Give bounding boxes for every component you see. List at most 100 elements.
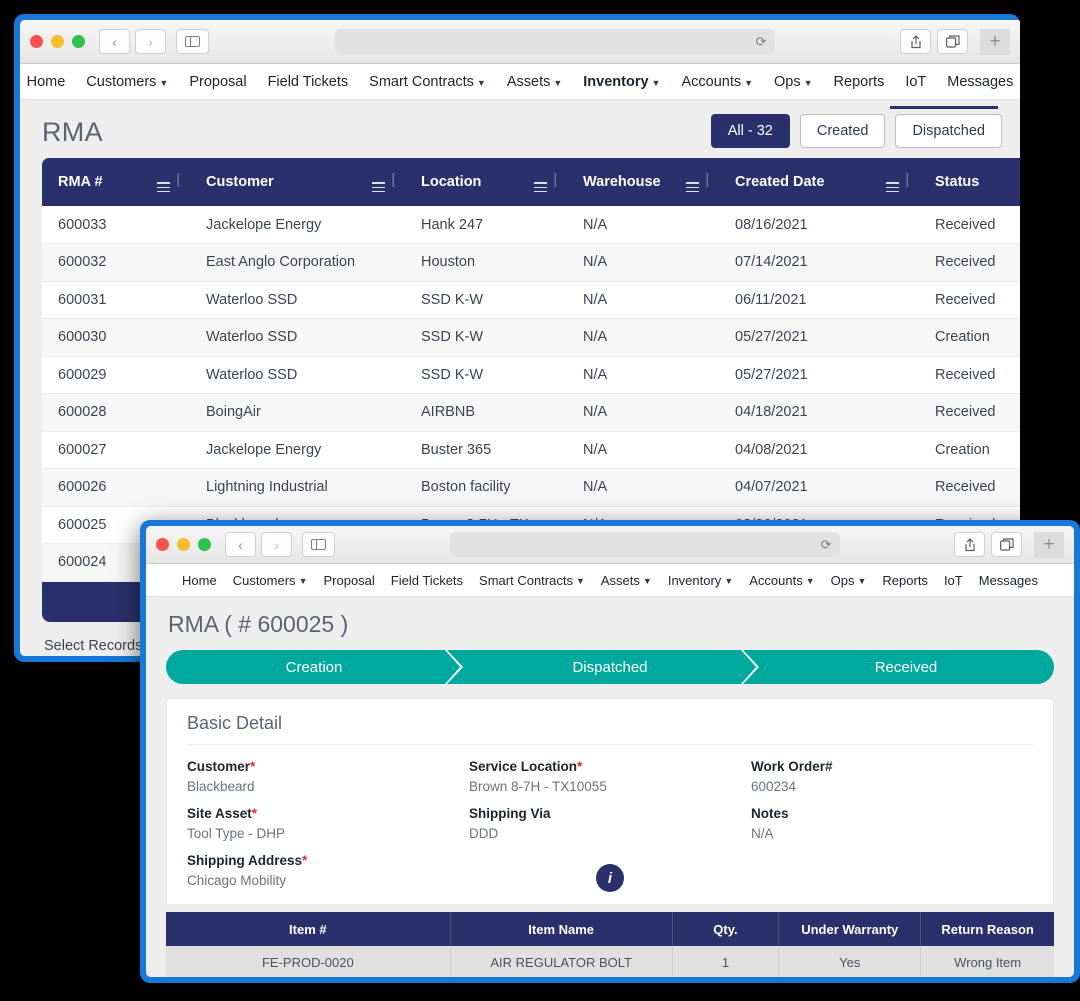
cell-status: Received (919, 393, 1020, 432)
cell-rma-number[interactable]: 600031 (42, 281, 190, 320)
window-controls[interactable] (30, 35, 85, 48)
table-row[interactable]: 600030 Waterloo SSD SSD K-W N/A 05/27/2021 Cr… (42, 318, 1020, 357)
nav-item-ops[interactable]: Ops ▼ (831, 573, 867, 588)
cell-customer: Waterloo SSD (190, 356, 405, 395)
browser-nav-buttons[interactable]: ‹ › (99, 29, 166, 54)
close-window-button[interactable] (156, 538, 169, 551)
back-icon[interactable]: ‹ (225, 532, 256, 557)
cell-customer: Waterloo SSD (190, 281, 405, 320)
column-menu-icon[interactable] (886, 182, 900, 193)
nav-item-reports[interactable]: Reports (834, 74, 885, 90)
minimize-window-button[interactable] (51, 35, 64, 48)
nav-item-proposal[interactable]: Proposal (189, 74, 246, 90)
column-menu-icon[interactable] (372, 182, 386, 193)
nav-item-proposal[interactable]: Proposal (323, 573, 374, 588)
nav-item-inventory[interactable]: Inventory ▼ (583, 74, 660, 90)
chevron-down-icon: ▼ (803, 77, 813, 88)
nav-item-accounts[interactable]: Accounts ▼ (681, 74, 753, 90)
nav-item-assets[interactable]: Assets ▼ (507, 74, 562, 90)
cell-created-date: 08/16/2021 (719, 206, 919, 245)
sidebar-icon[interactable] (176, 29, 209, 54)
column-header-customer[interactable]: Customer | (190, 158, 405, 207)
cell-rma-number[interactable]: 600033 (42, 206, 190, 245)
table-row[interactable]: FE-PROD-0020 AIR REGULATOR BOLT 1 Yes Wr… (166, 946, 1054, 977)
nav-item-smart-contracts[interactable]: Smart Contracts ▼ (369, 74, 486, 90)
forward-icon[interactable]: › (261, 532, 292, 557)
nav-item-accounts[interactable]: Accounts ▼ (749, 573, 814, 588)
tabs-overview-icon[interactable] (991, 532, 1022, 557)
step-creation[interactable]: Creation (166, 650, 462, 684)
sidebar-icon[interactable] (302, 532, 335, 557)
nav-item-home[interactable]: Home (27, 74, 66, 90)
nav-label: Customers (232, 572, 296, 588)
reload-icon[interactable]: ⟳ (821, 537, 832, 553)
nav-item-iot[interactable]: IoT (944, 573, 963, 588)
minimize-window-button[interactable] (177, 538, 190, 551)
window-controls[interactable] (156, 538, 211, 551)
nav-item-smart-contracts[interactable]: Smart Contracts ▼ (479, 573, 585, 588)
new-tab-button[interactable]: + (1034, 531, 1064, 558)
table-row[interactable]: 600026 Lightning Industrial Boston facilit… (42, 468, 1020, 507)
nav-item-assets[interactable]: Assets ▼ (601, 573, 652, 588)
column-header-rma-number[interactable]: RMA # | (42, 158, 190, 207)
nav-item-inventory[interactable]: Inventory ▼ (668, 573, 733, 588)
nav-label: Proposal (323, 572, 375, 588)
items-header-row: Item # Item Name Qty. Under Warranty Ret… (166, 912, 1054, 946)
table-row[interactable]: 600028 BoingAir AIRBNB N/A 04/18/2021 Receive… (42, 393, 1020, 432)
tabs-overview-icon[interactable] (937, 29, 968, 54)
table-row[interactable]: 600027 Jackelope Energy Buster 365 N/A 04/08… (42, 431, 1020, 470)
column-header-created-date[interactable]: Created Date | (719, 158, 919, 207)
column-menu-icon[interactable] (686, 182, 700, 193)
nav-item-field-tickets[interactable]: Field Tickets (391, 573, 463, 588)
address-bar[interactable]: ⟳ (334, 29, 775, 54)
filter-button-dispatched[interactable]: Dispatched (895, 114, 1002, 148)
step-dispatched[interactable]: Dispatched (462, 650, 758, 684)
new-tab-button[interactable]: + (980, 28, 1010, 55)
back-icon[interactable]: ‹ (99, 29, 130, 54)
column-menu-icon[interactable] (534, 182, 548, 193)
cell-rma-number[interactable]: 600032 (42, 243, 190, 282)
cell-warehouse: N/A (567, 318, 719, 357)
column-header-location[interactable]: Location | (405, 158, 567, 207)
share-icon[interactable] (900, 29, 931, 54)
info-icon[interactable]: i (596, 864, 624, 892)
cell-status: Received (919, 206, 1020, 245)
cell-rma-number[interactable]: 600027 (42, 431, 190, 470)
cell-status: Creation (919, 318, 1020, 357)
filter-button-created[interactable]: Created (799, 114, 886, 148)
reload-icon[interactable]: ⟳ (756, 34, 767, 50)
cell-rma-number[interactable]: 600029 (42, 356, 190, 395)
nav-item-customers[interactable]: Customers ▼ (86, 74, 168, 90)
nav-label: Home (26, 73, 66, 90)
table-row[interactable]: 600033 Jackelope Energy Hank 247 N/A 08/16/2… (42, 206, 1020, 245)
field-value-work-order: 600234 (751, 779, 797, 794)
column-header-warehouse[interactable]: Warehouse | (567, 158, 719, 207)
address-bar[interactable]: ⟳ (449, 532, 840, 557)
nav-item-reports[interactable]: Reports (882, 573, 928, 588)
nav-item-home[interactable]: Home (182, 573, 217, 588)
nav-item-iot[interactable]: IoT (905, 74, 926, 90)
nav-item-ops[interactable]: Ops ▼ (774, 74, 813, 90)
column-menu-icon[interactable] (157, 182, 171, 193)
cell-rma-number[interactable]: 600026 (42, 468, 190, 507)
maximize-window-button[interactable] (198, 538, 211, 551)
maximize-window-button[interactable] (72, 35, 85, 48)
cell-location: Boston facility (405, 468, 567, 507)
table-row[interactable]: 600029 Waterloo SSD SSD K-W N/A 05/27/2021 Re… (42, 356, 1020, 395)
table-row[interactable]: 600031 Waterloo SSD SSD K-W N/A 06/11/2021 Re… (42, 281, 1020, 320)
nav-item-field-tickets[interactable]: Field Tickets (268, 74, 349, 90)
cell-rma-number[interactable]: 600028 (42, 393, 190, 432)
browser-nav-buttons[interactable]: ‹ › (225, 532, 292, 557)
close-window-button[interactable] (30, 35, 43, 48)
step-received[interactable]: Received (758, 650, 1054, 684)
nav-item-customers[interactable]: Customers ▼ (233, 573, 308, 588)
column-header-status[interactable]: Status (919, 158, 1020, 207)
nav-item-messages[interactable]: Messages (947, 74, 1013, 90)
forward-icon[interactable]: › (135, 29, 166, 54)
nav-item-messages[interactable]: Messages (979, 573, 1038, 588)
share-icon[interactable] (954, 532, 985, 557)
cell-rma-number[interactable]: 600030 (42, 318, 190, 357)
filter-button-all[interactable]: All - 32 (710, 114, 790, 148)
page-header: RMA All - 32 Created Dispatched (20, 100, 1020, 158)
table-row[interactable]: 600032 East Anglo Corporation Houston N/A 07… (42, 243, 1020, 282)
